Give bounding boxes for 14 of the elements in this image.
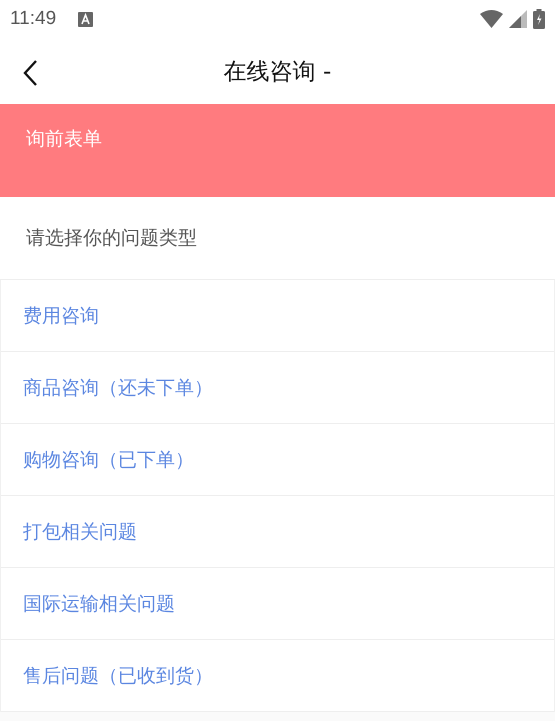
status-time: 11:49 — [10, 8, 56, 30]
question-prompt: 请选择你的问题类型 — [26, 226, 197, 251]
banner-title: 询前表单 — [26, 128, 102, 150]
question-type-option[interactable]: 国际运输相关问题 — [0, 568, 555, 640]
question-type-option[interactable]: 商品咨询（还未下单） — [0, 352, 555, 424]
signal-icon — [509, 10, 527, 28]
question-type-option[interactable]: 打包相关问题 — [0, 496, 555, 568]
wifi-icon — [480, 10, 503, 28]
page-title: 在线咨询 - — [224, 58, 332, 86]
question-type-option[interactable]: 费用咨询 — [0, 280, 555, 352]
question-type-option[interactable]: 售后问题（已收到货） — [0, 640, 555, 712]
battery-icon — [533, 9, 545, 29]
question-type-option[interactable]: 购物咨询（已下单） — [0, 424, 555, 496]
keyboard-icon — [78, 12, 94, 26]
